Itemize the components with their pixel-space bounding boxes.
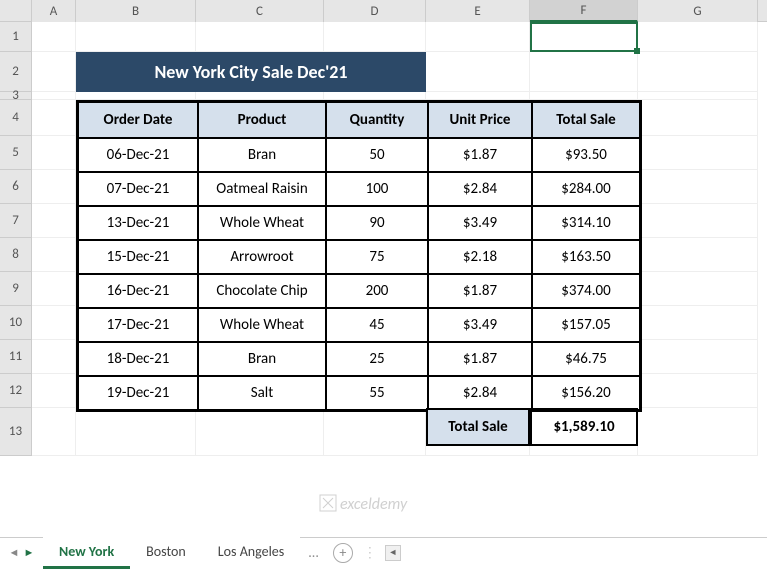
row-header-3[interactable]: 3 [0, 92, 32, 100]
row-header-11[interactable]: 11 [0, 340, 32, 374]
row-header-9[interactable]: 9 [0, 272, 32, 306]
table-cell[interactable]: 90 [326, 206, 428, 240]
table-cell[interactable]: $156.20 [532, 376, 640, 410]
tab-nav-prev-icon[interactable]: ◄ [8, 545, 20, 561]
sheet-tab-los-angeles[interactable]: Los Angeles [202, 537, 300, 569]
table-cell[interactable]: $1.87 [428, 138, 532, 172]
total-row: Total Sale$1,589.10 [426, 408, 638, 446]
table-cell[interactable]: $284.00 [532, 172, 640, 206]
watermark-icon [318, 493, 338, 513]
table-cell[interactable]: $3.49 [428, 206, 532, 240]
table-cell[interactable]: Whole Wheat [198, 308, 326, 342]
column-header-D[interactable]: D [324, 0, 426, 22]
table-cell[interactable]: $2.84 [428, 376, 532, 410]
table-cell[interactable]: 18-Dec-21 [78, 342, 198, 376]
table-cell[interactable]: 200 [326, 274, 428, 308]
table-cell[interactable]: $3.49 [428, 308, 532, 342]
table-header-cell[interactable]: Order Date [78, 102, 198, 138]
table-cell[interactable]: $93.50 [532, 138, 640, 172]
table-header-cell[interactable]: Quantity [326, 102, 428, 138]
row-header-10[interactable]: 10 [0, 306, 32, 340]
table-row: 06-Dec-21Bran50$1.87$93.50 [78, 138, 640, 172]
row-header-8[interactable]: 8 [0, 238, 32, 272]
scroll-left-icon[interactable]: ◄ [385, 545, 401, 561]
table-row: 18-Dec-21Bran25$1.87$46.75 [78, 342, 640, 376]
row-headers-column: 12345678910111213 [0, 22, 32, 456]
table-cell[interactable]: Bran [198, 138, 326, 172]
table-cell[interactable]: $314.10 [532, 206, 640, 240]
table-cell[interactable]: 25 [326, 342, 428, 376]
table-cell[interactable]: 75 [326, 240, 428, 274]
table-row: 16-Dec-21Chocolate Chip200$1.87$374.00 [78, 274, 640, 308]
row-header-12[interactable]: 12 [0, 374, 32, 408]
total-label-cell[interactable]: Total Sale [426, 408, 530, 446]
table-cell[interactable]: 100 [326, 172, 428, 206]
select-all-corner[interactable] [0, 0, 32, 22]
table-cell[interactable]: $1.87 [428, 342, 532, 376]
table-cell[interactable]: 16-Dec-21 [78, 274, 198, 308]
column-headers-row: ABCDEFG [0, 0, 767, 22]
add-sheet-button[interactable]: + [333, 543, 353, 563]
column-header-E[interactable]: E [426, 0, 530, 22]
column-header-B[interactable]: B [76, 0, 196, 22]
table-cell[interactable]: $1.87 [428, 274, 532, 308]
column-header-G[interactable]: G [638, 0, 758, 22]
table-cell[interactable]: 50 [326, 138, 428, 172]
table-row: 17-Dec-21Whole Wheat45$3.49$157.05 [78, 308, 640, 342]
table-header-cell[interactable]: Total Sale [532, 102, 640, 138]
table-row: 19-Dec-21Salt55$2.84$156.20 [78, 376, 640, 410]
table-cell[interactable]: 55 [326, 376, 428, 410]
row-header-2[interactable]: 2 [0, 52, 32, 92]
row-header-5[interactable]: 5 [0, 136, 32, 170]
sheet-tab-new-york[interactable]: New York [43, 537, 130, 569]
row-header-4[interactable]: 4 [0, 100, 32, 136]
table-cell[interactable]: 15-Dec-21 [78, 240, 198, 274]
table-cell[interactable]: $2.18 [428, 240, 532, 274]
table-cell[interactable]: 45 [326, 308, 428, 342]
tab-navigation: ◄ ► [0, 545, 43, 561]
column-header-F[interactable]: F [530, 0, 638, 22]
table-cell[interactable]: $157.05 [532, 308, 640, 342]
horizontal-scrollbar[interactable]: ◄ [381, 544, 767, 562]
table-cell[interactable]: $2.84 [428, 172, 532, 206]
page-title: New York City Sale Dec'21 [76, 52, 426, 92]
table-cell[interactable]: $374.00 [532, 274, 640, 308]
table-cell[interactable]: 06-Dec-21 [78, 138, 198, 172]
row-header-1[interactable]: 1 [0, 22, 32, 52]
table-cell[interactable]: Salt [198, 376, 326, 410]
watermark-text: exceldemy [340, 495, 407, 514]
table-cell[interactable]: 17-Dec-21 [78, 308, 198, 342]
table-cell[interactable]: $46.75 [532, 342, 640, 376]
table-row: 15-Dec-21Arrowroot75$2.18$163.50 [78, 240, 640, 274]
table-cell[interactable]: $163.50 [532, 240, 640, 274]
table-cell[interactable]: Oatmeal Raisin [198, 172, 326, 206]
total-value-cell[interactable]: $1,589.10 [530, 408, 638, 446]
tab-more-button[interactable]: ... [300, 544, 327, 561]
column-header-A[interactable]: A [32, 0, 76, 22]
spreadsheet-grid: ABCDEFG 12345678910111213 New York City … [0, 0, 767, 22]
table-cell[interactable]: Bran [198, 342, 326, 376]
table-row: 07-Dec-21Oatmeal Raisin100$2.84$284.00 [78, 172, 640, 206]
table-cell[interactable]: 19-Dec-21 [78, 376, 198, 410]
tab-divider: ⋮ [359, 544, 381, 561]
table-cell[interactable]: 13-Dec-21 [78, 206, 198, 240]
table-cell[interactable]: 07-Dec-21 [78, 172, 198, 206]
column-header-C[interactable]: C [196, 0, 324, 22]
table-header-cell[interactable]: Product [198, 102, 326, 138]
row-header-6[interactable]: 6 [0, 170, 32, 204]
row-header-7[interactable]: 7 [0, 204, 32, 238]
row-header-13[interactable]: 13 [0, 408, 32, 456]
sales-table: Order DateProductQuantityUnit PriceTotal… [76, 100, 642, 412]
tab-nav-next-icon[interactable]: ► [23, 545, 35, 561]
sheet-tabs-bar: ◄ ► New YorkBostonLos Angeles ... + ⋮ ◄ [0, 537, 767, 567]
table-cell[interactable]: Whole Wheat [198, 206, 326, 240]
table-cell[interactable]: Chocolate Chip [198, 274, 326, 308]
table-cell[interactable]: Arrowroot [198, 240, 326, 274]
sheet-tab-boston[interactable]: Boston [130, 537, 202, 569]
table-row: 13-Dec-21Whole Wheat90$3.49$314.10 [78, 206, 640, 240]
table-header-cell[interactable]: Unit Price [428, 102, 532, 138]
